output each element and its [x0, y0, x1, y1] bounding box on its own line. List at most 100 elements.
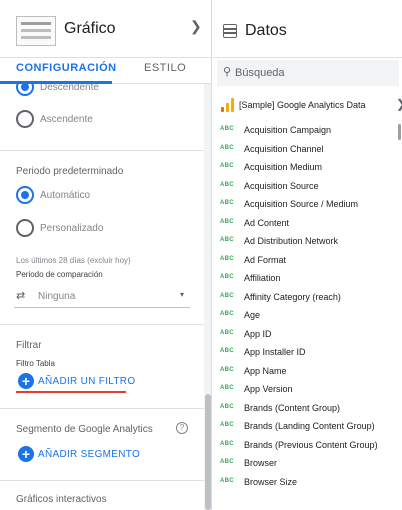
chart-title: Gráfico: [64, 20, 116, 37]
field-type-text-icon: ABC: [220, 422, 234, 428]
search-box[interactable]: ⚲: [217, 60, 399, 86]
field-item[interactable]: ABC Ad Content: [213, 215, 402, 233]
field-name: Affiliation: [244, 273, 281, 283]
config-tabs: CONFIGURACIÓN ESTILO: [0, 58, 211, 84]
help-icon[interactable]: ?: [176, 422, 188, 434]
field-item[interactable]: ABC App Name: [213, 363, 402, 381]
tab-configuracion[interactable]: CONFIGURACIÓN: [16, 62, 117, 74]
data-source-row[interactable]: [Sample] Google Analytics Data ❯: [217, 92, 402, 118]
field-item[interactable]: ABC Acquisition Source: [213, 178, 402, 196]
add-segment-button[interactable]: AÑADIR SEGMENTO: [38, 449, 140, 460]
field-name: Brands (Landing Content Group): [244, 421, 375, 431]
field-name: Acquisition Channel: [244, 143, 324, 154]
field-name: App ID: [244, 328, 272, 339]
field-item[interactable]: ABC App ID: [213, 326, 402, 344]
comparison-label: Periodo de comparación: [16, 270, 103, 279]
filter-title: Filtrar: [16, 340, 42, 351]
field-type-text-icon: ABC: [220, 477, 234, 484]
field-item[interactable]: ABC Affinity Category (reach): [213, 289, 402, 307]
divider: [0, 150, 204, 151]
field-type-text-icon: ABC: [220, 329, 234, 336]
field-item[interactable]: ABC Acquisition Channel: [213, 141, 402, 159]
field-type-text-icon: ABC: [220, 255, 234, 262]
field-name: App Version: [244, 384, 293, 394]
field-name: Browser Size: [244, 476, 298, 487]
interactive-charts-title: Gráficos interactivos: [16, 494, 107, 505]
field-name: Acquisition Source: [244, 180, 319, 191]
period-summary: Los últimos 28 días (excluir hoy): [16, 256, 131, 265]
table-icon: [223, 24, 237, 38]
data-source-name: [Sample] Google Analytics Data: [239, 100, 366, 110]
chart-header: Gráfico ❯: [0, 0, 211, 58]
scrollbar-thumb[interactable]: [205, 394, 211, 510]
field-name: Ad Distribution Network: [244, 236, 339, 246]
field-item[interactable]: ABC Acquisition Campaign: [213, 122, 402, 140]
radio-label-descendente: Descendente: [40, 84, 99, 93]
field-name: Affinity Category (reach): [244, 291, 341, 302]
field-item[interactable]: ABC Acquisition Medium: [213, 159, 402, 177]
divider: [0, 480, 204, 481]
field-type-text-icon: ABC: [220, 181, 234, 188]
field-item[interactable]: ABC Browser Size: [213, 474, 402, 492]
field-type-text-icon: ABC: [220, 440, 234, 447]
divider: [0, 324, 204, 325]
field-item[interactable]: ABC Ad Distribution Network: [213, 233, 402, 251]
radio-ascendente[interactable]: [16, 110, 34, 128]
field-type-text-icon: ABC: [220, 126, 234, 132]
field-type-text-icon: ABC: [220, 218, 234, 225]
field-type-text-icon: ABC: [220, 459, 234, 465]
radio-personalizado[interactable]: [16, 219, 34, 237]
google-analytics-icon: [221, 98, 235, 112]
field-name: Ad Content: [244, 217, 290, 228]
field-type-text-icon: ABC: [220, 366, 234, 373]
field-name: Acquisition Campaign: [244, 125, 332, 135]
comparison-select[interactable]: ⇄ Ninguna ▾: [14, 286, 190, 308]
data-header: Datos: [213, 0, 402, 58]
data-panel-title: Datos: [245, 22, 287, 39]
red-highlight-underline: [16, 391, 126, 393]
scrollbar-thumb[interactable]: [398, 124, 401, 140]
field-item[interactable]: ABC Brands (Previous Content Group): [213, 437, 402, 455]
chevron-down-icon[interactable]: ❯: [190, 18, 202, 35]
field-item[interactable]: ABC Brands (Content Group): [213, 400, 402, 418]
field-item[interactable]: ABC Browser: [213, 455, 402, 473]
field-item[interactable]: ABC App Installer ID: [213, 344, 402, 362]
field-item[interactable]: ABC Brands (Landing Content Group): [213, 418, 402, 436]
field-type-text-icon: ABC: [220, 163, 234, 169]
radio-label-ascendente: Ascendente: [40, 114, 93, 125]
field-type-text-icon: ABC: [220, 274, 234, 280]
field-type-text-icon: ABC: [220, 403, 234, 410]
add-filter-button[interactable]: AÑADIR UN FILTRO: [38, 376, 135, 387]
field-name: App Installer ID: [244, 347, 306, 357]
table-chart-icon[interactable]: [16, 16, 56, 46]
field-type-text-icon: ABC: [220, 311, 234, 317]
filter-subtitle: Filtro Tabla: [16, 359, 55, 368]
search-icon: ⚲: [223, 66, 232, 78]
field-item[interactable]: ABC Age: [213, 307, 402, 325]
field-type-text-icon: ABC: [220, 144, 234, 151]
field-name: Browser: [244, 458, 278, 468]
radio-label-personalizado: Personalizado: [40, 223, 104, 234]
radio-automatico[interactable]: [16, 186, 34, 204]
radio-descendente[interactable]: [16, 84, 34, 96]
field-type-text-icon: ABC: [220, 348, 234, 354]
search-input[interactable]: [235, 64, 395, 82]
tab-estilo[interactable]: ESTILO: [144, 62, 186, 74]
radio-label-automatico: Automático: [40, 190, 91, 201]
field-item[interactable]: ABC Acquisition Source / Medium: [213, 196, 402, 214]
dropdown-arrow-icon: ▾: [180, 290, 185, 299]
default-period-title: Periodo predeterminado: [16, 166, 124, 177]
field-name: Brands (Content Group): [244, 402, 341, 413]
field-name: Ad Format: [244, 254, 287, 265]
field-item[interactable]: ABC Ad Format: [213, 252, 402, 270]
chevron-right-icon[interactable]: ❯: [396, 97, 402, 111]
field-name: Age: [244, 310, 261, 320]
field-name: Acquisition Source / Medium: [244, 199, 359, 209]
field-item[interactable]: ABC Affiliation: [213, 270, 402, 288]
divider: [0, 408, 204, 409]
data-panel: Datos ⚲ [Sample] Google Analytics Data ❯…: [213, 0, 402, 510]
add-filter-icon[interactable]: +: [18, 373, 34, 389]
field-name: Brands (Previous Content Group): [244, 439, 378, 450]
add-segment-icon[interactable]: +: [18, 446, 34, 462]
field-item[interactable]: ABC App Version: [213, 381, 402, 399]
